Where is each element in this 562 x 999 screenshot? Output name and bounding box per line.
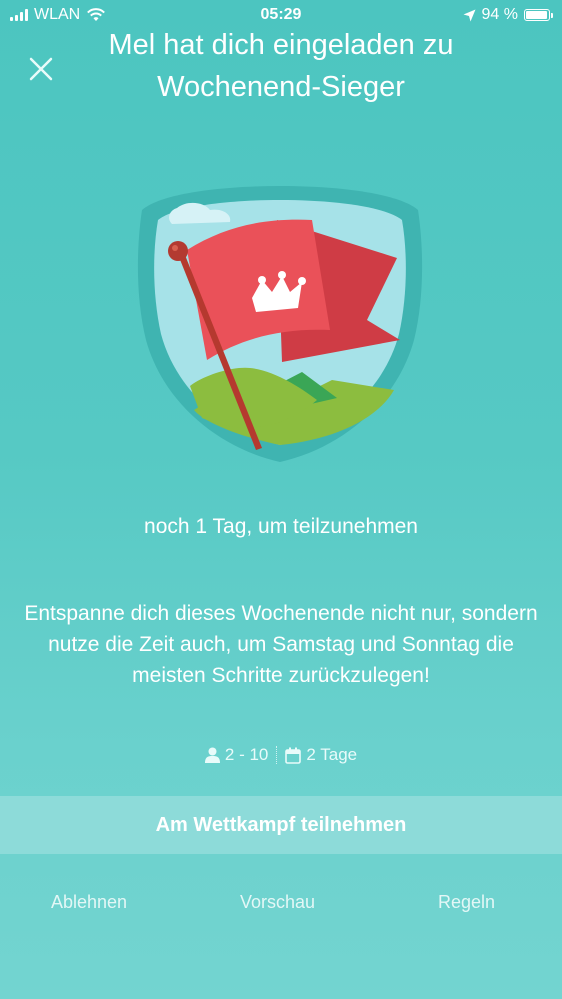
battery-percent: 94 % bbox=[481, 6, 518, 23]
close-icon bbox=[29, 57, 53, 81]
person-icon bbox=[204, 747, 220, 763]
meta-divider bbox=[276, 746, 278, 764]
location-arrow-icon bbox=[463, 9, 476, 21]
battery-icon bbox=[524, 9, 553, 21]
duration-label: 2 Tage bbox=[306, 745, 358, 764]
calendar-icon bbox=[285, 747, 302, 764]
status-right: 94 % bbox=[463, 6, 553, 24]
rules-button[interactable]: Regeln bbox=[438, 892, 495, 913]
decline-button[interactable]: Ablehnen bbox=[51, 892, 127, 913]
duration-info: 2 Tage bbox=[285, 745, 357, 765]
battery-level bbox=[526, 11, 547, 19]
flag-badge-illustration bbox=[137, 186, 423, 462]
close-button[interactable] bbox=[22, 50, 60, 88]
challenge-meta: 2 - 10 2 Tage bbox=[0, 745, 562, 765]
preview-button[interactable]: Vorschau bbox=[240, 892, 315, 913]
participants-count: 2 - 10 bbox=[224, 745, 269, 764]
bottom-actions: Ablehnen Vorschau Regeln bbox=[0, 892, 562, 920]
join-challenge-button[interactable]: Am Wettkampf teilnehmen bbox=[0, 796, 562, 854]
challenge-description: Entspanne dich dieses Wochenende nicht n… bbox=[24, 602, 538, 687]
page-title: Mel hat dich eingeladen zu Wochenend-Sie… bbox=[108, 29, 454, 103]
participants-info: 2 - 10 bbox=[204, 745, 269, 765]
deadline-text: noch 1 Tag, um teilzunehmen bbox=[144, 515, 418, 538]
